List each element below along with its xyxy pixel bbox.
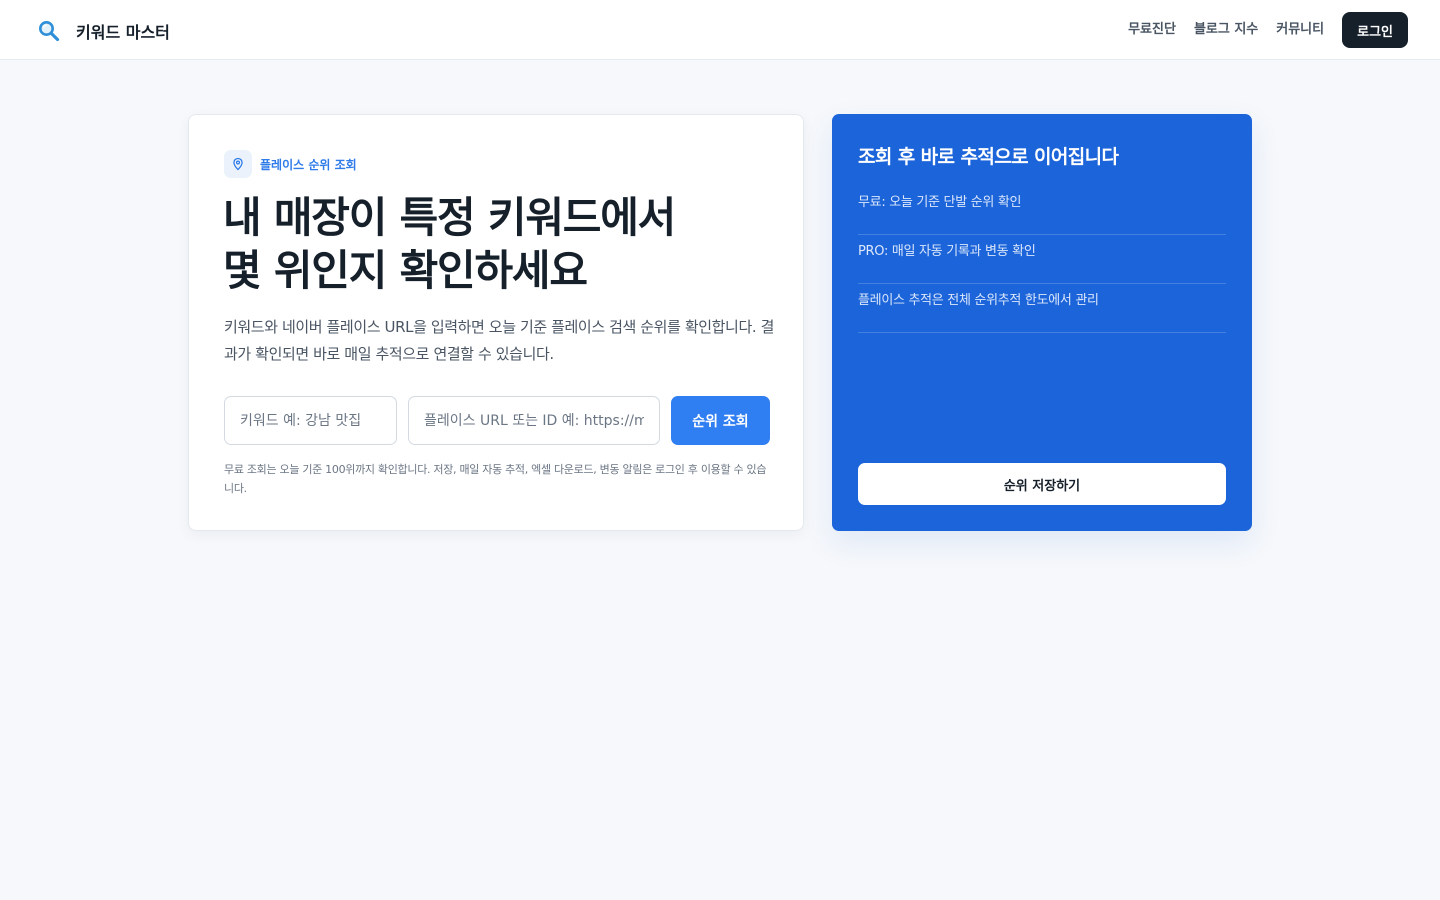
login-button[interactable]: 로그인: [1342, 12, 1408, 48]
section-badge: 플레이스 순위 조회: [224, 150, 357, 178]
top-header: 키워드 마스터 무료진단 블로그 지수 커뮤니티 로그인: [0, 0, 1440, 60]
keyword-input[interactable]: [224, 396, 397, 445]
title-line-2: 몇 위인지 확인하세요: [223, 246, 588, 295]
nav-free-diagnosis[interactable]: 무료진단: [1128, 12, 1176, 48]
feature-item-free: 무료: 오늘 기준 단발 순위 확인: [858, 186, 1226, 235]
page-description: 키워드와 네이버 플레이스 URL을 입력하면 오늘 기준 플레이스 검색 순위…: [224, 318, 774, 363]
feature-item-pro: PRO: 매일 자동 기록과 변동 확인: [858, 235, 1226, 284]
usage-hint: 무료 조회는 오늘 기준 100위까지 확인합니다. 저장, 매일 자동 추적,…: [224, 463, 767, 495]
nav-community[interactable]: 커뮤니티: [1276, 12, 1324, 48]
magnifier-icon[interactable]: [37, 19, 61, 43]
rank-search-button[interactable]: 순위 조회: [671, 396, 770, 445]
feature-list: 무료: 오늘 기준 단발 순위 확인 PRO: 매일 자동 기록과 변동 확인 …: [858, 186, 1226, 333]
brand-name[interactable]: 키워드 마스터: [76, 19, 170, 43]
title-line-1: 내 매장이 특정 키워드에서: [223, 193, 676, 242]
map-pin-icon: [224, 150, 252, 178]
save-rank-button[interactable]: 순위 저장하기: [858, 463, 1226, 505]
page-title: 내 매장이 특정 키워드에서 몇 위인지 확인하세요: [223, 191, 783, 297]
tracking-info-panel: 조회 후 바로 추적으로 이어집니다 무료: 오늘 기준 단발 순위 확인 PR…: [832, 114, 1252, 531]
panel-title: 조회 후 바로 추적으로 이어집니다: [858, 146, 1119, 168]
feature-item-limit: 플레이스 추적은 전체 순위추적 한도에서 관리: [858, 284, 1226, 333]
badge-label: 플레이스 순위 조회: [260, 157, 357, 172]
main-nav: 무료진단 블로그 지수 커뮤니티 로그인: [1128, 12, 1408, 48]
place-url-input[interactable]: [408, 396, 660, 445]
nav-blog-index[interactable]: 블로그 지수: [1194, 12, 1258, 48]
rank-search-card: 플레이스 순위 조회 내 매장이 특정 키워드에서 몇 위인지 확인하세요 키워…: [188, 114, 804, 531]
